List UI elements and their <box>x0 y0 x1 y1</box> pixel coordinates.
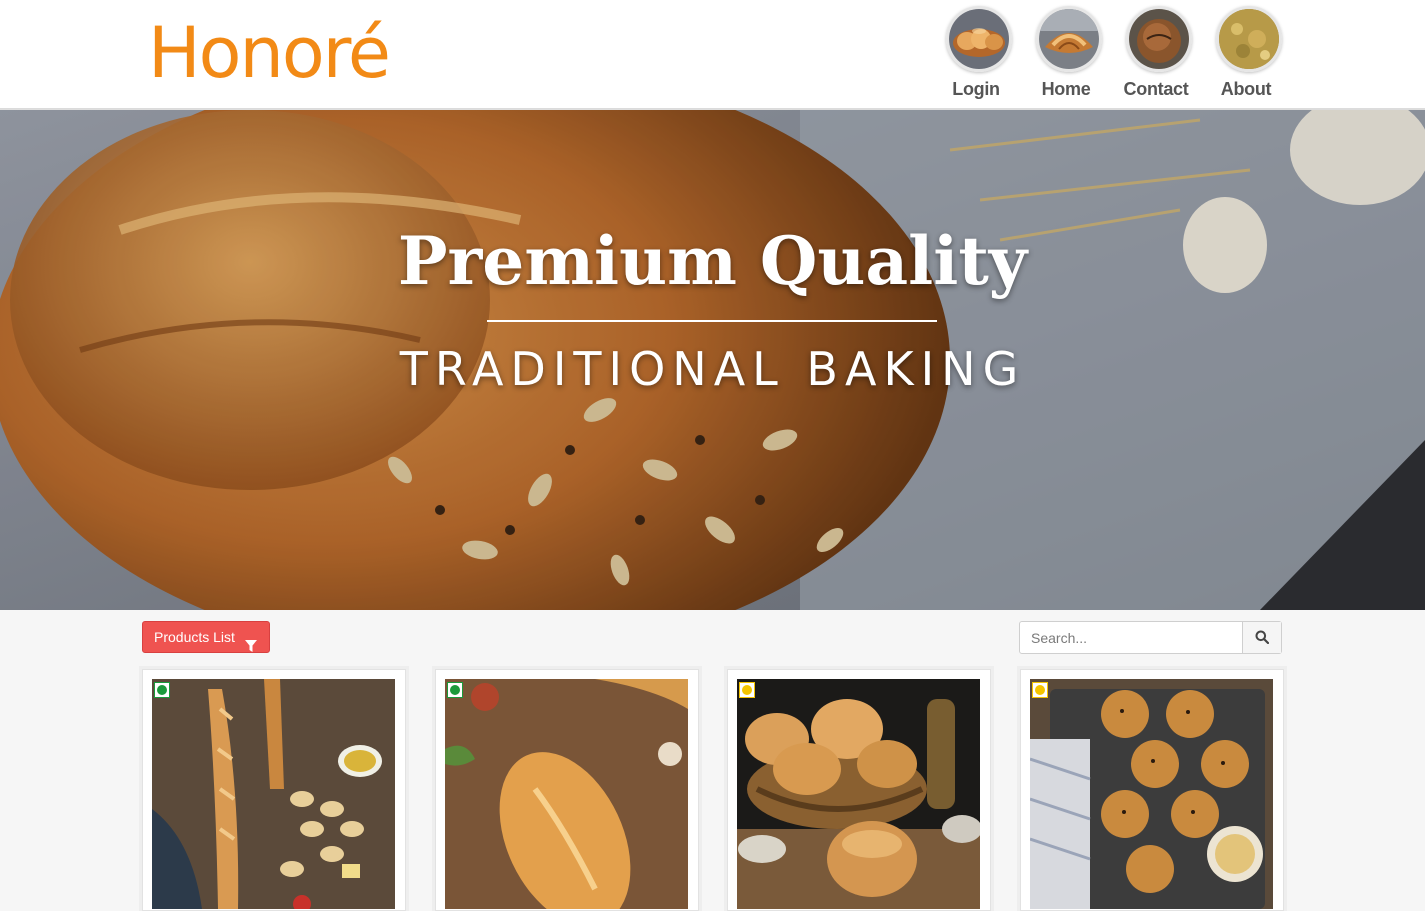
product-image-buns-tray[interactable] <box>1030 679 1273 909</box>
nav-item-contact[interactable]: Contact <box>1114 6 1204 106</box>
product-card[interactable] <box>1020 669 1284 911</box>
product-card[interactable] <box>435 669 699 911</box>
nav-label-about: About <box>1220 79 1272 99</box>
veg-marker-icon <box>154 682 170 698</box>
nav-label-home: Home <box>1041 79 1091 99</box>
egg-marker-icon <box>739 682 755 698</box>
hero-title: Premium Quality <box>397 222 1028 300</box>
products-list-label: Products List <box>154 629 235 645</box>
hero-subtitle: TRADITIONAL BAKING <box>399 342 1026 396</box>
nav-label-contact: Contact <box>1123 79 1189 99</box>
egg-marker-icon <box>1032 682 1048 698</box>
search-icon <box>1255 630 1269 644</box>
round-loaf-icon <box>1126 6 1192 72</box>
main-nav: Login Home Contact About <box>934 6 1282 106</box>
search-bar <box>1019 621 1282 654</box>
product-card[interactable] <box>142 669 406 911</box>
search-button[interactable] <box>1242 622 1281 653</box>
product-image-bread-loaf[interactable] <box>445 679 688 909</box>
product-image-seeded-buns[interactable] <box>737 679 980 909</box>
site-header: Honoré Login Home Contact About <box>0 0 1425 110</box>
product-image-baguettes[interactable] <box>152 679 395 909</box>
hero-banner: Premium Quality TRADITIONAL BAKING <box>0 110 1425 610</box>
products-list-button[interactable]: Products List <box>142 621 270 653</box>
hero-divider <box>487 320 937 322</box>
nav-item-home[interactable]: Home <box>1024 6 1114 106</box>
brand-logo[interactable]: Honoré <box>148 8 391 98</box>
search-input[interactable] <box>1020 622 1244 653</box>
nav-label-login: Login <box>952 79 1000 99</box>
veg-marker-icon <box>447 682 463 698</box>
filter-icon <box>245 632 257 662</box>
crumble-icon <box>1216 6 1282 72</box>
nav-item-login[interactable]: Login <box>934 6 1024 106</box>
bread-rolls-icon <box>946 6 1012 72</box>
croissant-icon <box>1036 6 1102 72</box>
nav-item-about[interactable]: About <box>1204 6 1294 106</box>
product-card[interactable] <box>727 669 991 911</box>
